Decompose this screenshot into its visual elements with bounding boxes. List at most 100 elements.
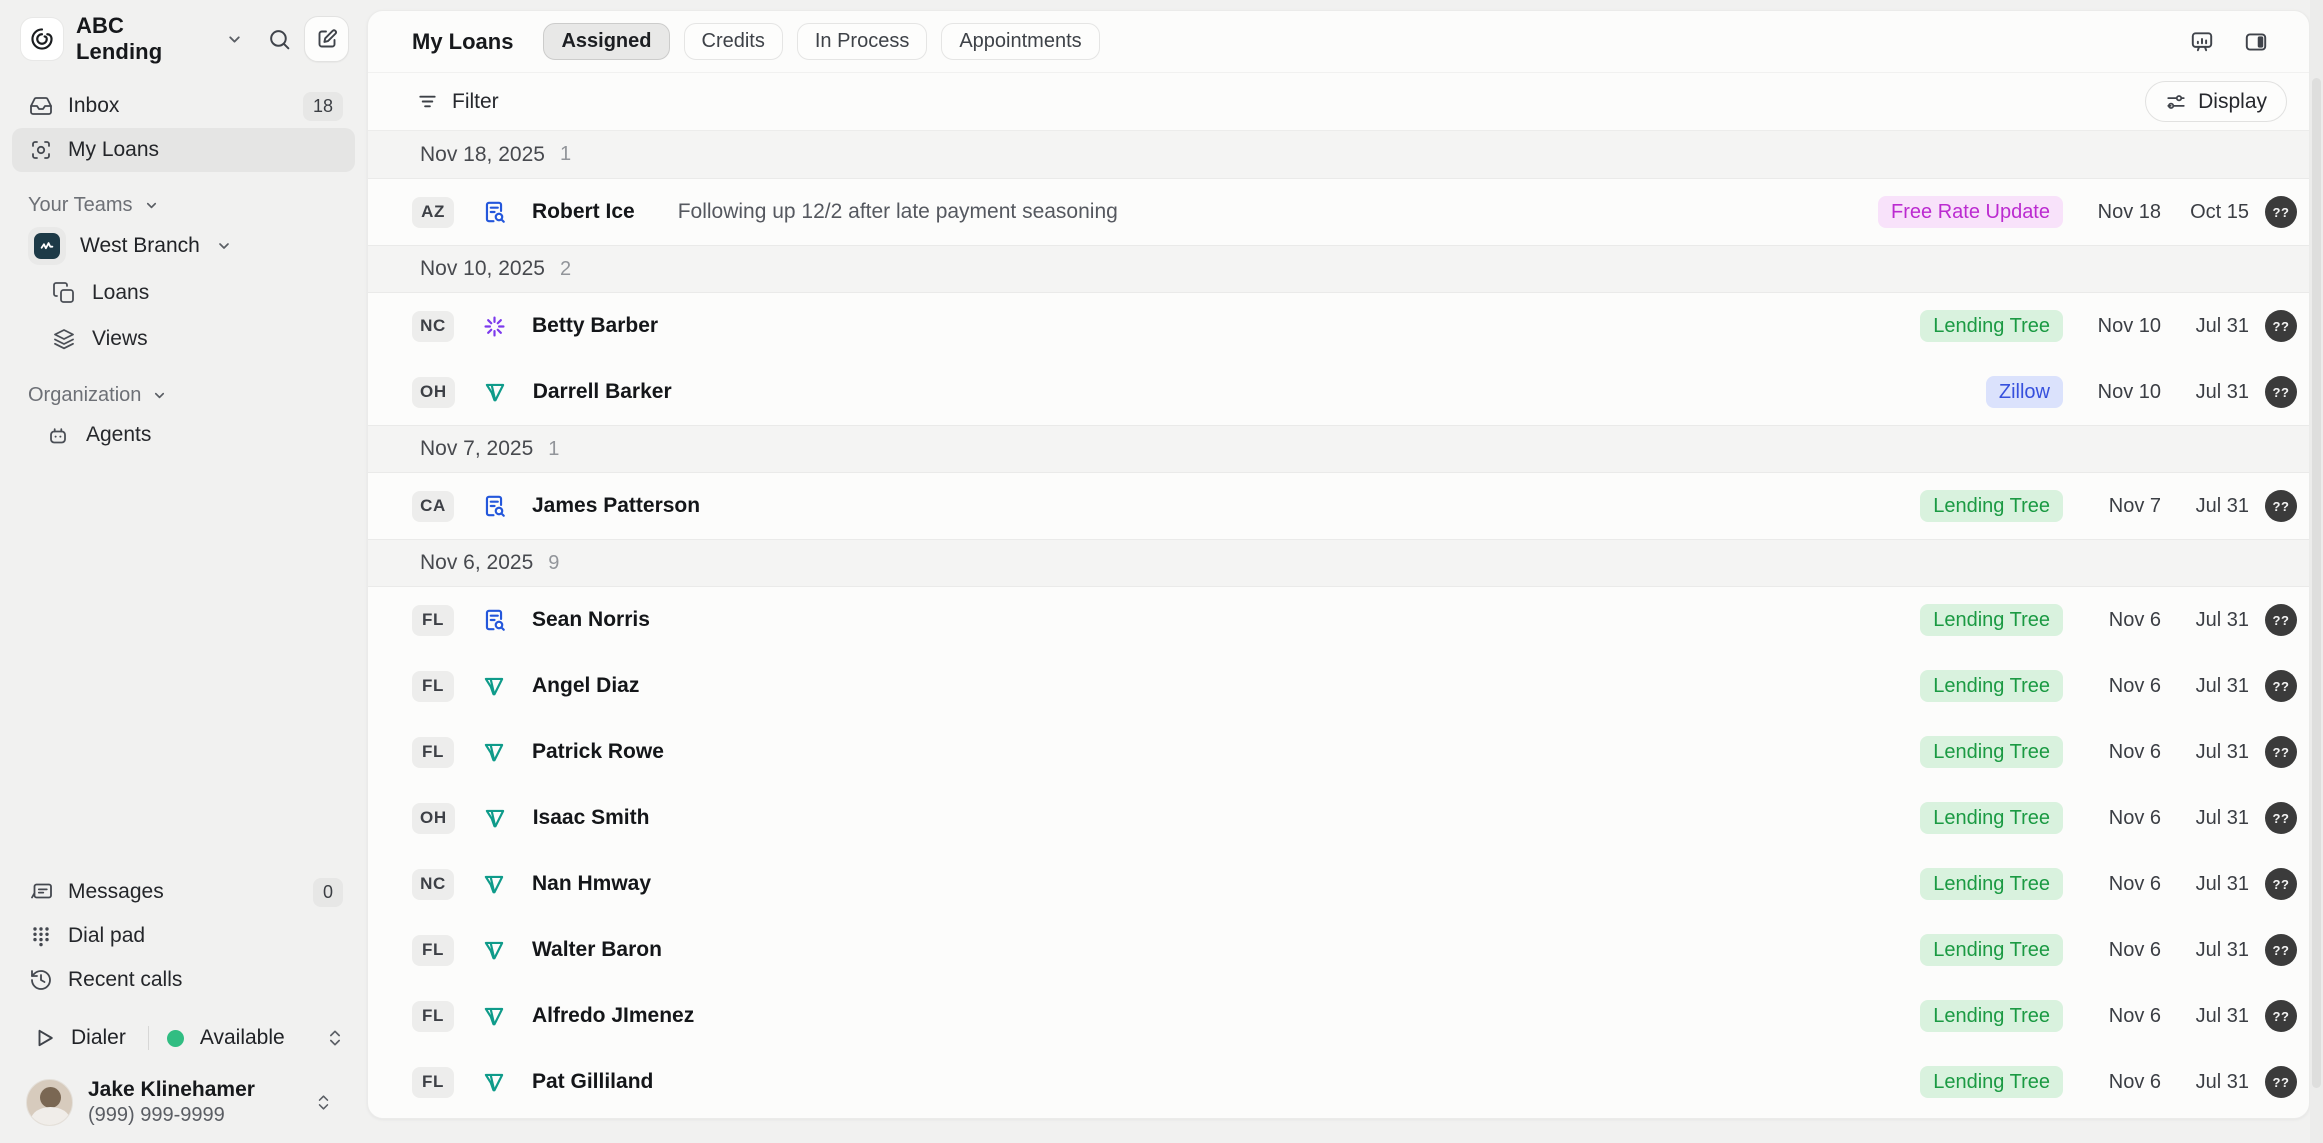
loan-row[interactable]: NCBetty BarberLending TreeNov 10Jul 31?? xyxy=(368,293,2309,359)
file-search-icon xyxy=(479,493,509,519)
assignee-avatar[interactable]: ?? xyxy=(2265,736,2297,768)
date-primary: Nov 7 xyxy=(2063,495,2161,518)
loan-row[interactable]: NC Nan HmwayLending TreeNov 6Jul 31?? xyxy=(368,851,2309,917)
group-date: Nov 7, 2025 xyxy=(420,437,533,461)
send-icon xyxy=(480,805,510,831)
date-secondary: Jul 31 xyxy=(2161,609,2249,632)
send-icon xyxy=(479,1003,509,1029)
search-icon[interactable] xyxy=(267,27,292,52)
loan-row[interactable]: FL Alfredo JImenezLending TreeNov 6Jul 3… xyxy=(368,983,2309,1049)
assignee-avatar[interactable]: ?? xyxy=(2265,490,2297,522)
loan-row[interactable]: AZ Robert IceFollowing up 12/2 after lat… xyxy=(368,179,2309,245)
section-your-teams[interactable]: Your Teams xyxy=(0,188,367,222)
assignee-avatar[interactable]: ?? xyxy=(2265,670,2297,702)
loan-row[interactable]: FL Sean NorrisLending TreeNov 6Jul 31?? xyxy=(368,587,2309,653)
date-secondary: Oct 15 xyxy=(2161,201,2249,224)
assignee-avatar[interactable]: ?? xyxy=(2265,196,2297,228)
send-icon xyxy=(480,379,510,405)
user-menu[interactable]: Jake Klinehamer (999) 999-9999 xyxy=(12,1064,355,1127)
chevrons-up-down-icon[interactable] xyxy=(314,1093,333,1112)
loan-row[interactable]: FL Pat GillilandLending TreeNov 6Jul 31?… xyxy=(368,1049,2309,1115)
group-header: Nov 7, 2025 1 xyxy=(368,425,2309,473)
chevron-down-icon xyxy=(216,238,232,254)
loan-row[interactable]: FL Walter BaronLending TreeNov 6Jul 31?? xyxy=(368,917,2309,983)
loan-row[interactable]: FL Angel DiazLending TreeNov 6Jul 31?? xyxy=(368,653,2309,719)
dialer-bar: Dialer Available xyxy=(12,1012,355,1064)
sidebar-item-inbox[interactable]: Inbox 18 xyxy=(12,84,355,128)
org-switcher[interactable]: ABC Lending xyxy=(0,14,367,64)
sidebar-item-west-branch[interactable]: West Branch xyxy=(0,222,367,270)
loan-row[interactable]: OH Isaac SmithLending TreeNov 6Jul 31?? xyxy=(368,785,2309,851)
user-avatar xyxy=(26,1079,73,1126)
scrollbar[interactable] xyxy=(2310,0,2323,1143)
group-count: 1 xyxy=(548,438,559,461)
date-secondary: Jul 31 xyxy=(2161,1005,2249,1028)
source-badge: Lending Tree xyxy=(1920,670,2063,702)
section-label: Organization xyxy=(28,384,141,407)
scrollbar-thumb[interactable] xyxy=(2312,78,2321,1088)
loan-row[interactable]: FL Patrick RoweLending TreeNov 6Jul 31?? xyxy=(368,719,2309,785)
assignee-avatar[interactable]: ?? xyxy=(2265,1066,2297,1098)
presentation-chart-icon[interactable] xyxy=(2189,29,2215,55)
row-right: Lending TreeNov 6Jul 31?? xyxy=(1920,604,2297,636)
tab-credits[interactable]: Credits xyxy=(684,23,783,60)
row-right: Lending TreeNov 10Jul 31?? xyxy=(1920,310,2297,342)
assignee-avatar[interactable]: ?? xyxy=(2265,934,2297,966)
row-right: Lending TreeNov 6Jul 31?? xyxy=(1920,802,2297,834)
assignee-avatar[interactable]: ?? xyxy=(2265,604,2297,636)
sidebar-item-my-loans[interactable]: My Loans xyxy=(12,128,355,172)
sidebar-item-loans[interactable]: Loans xyxy=(0,270,367,316)
tab-appointments[interactable]: Appointments xyxy=(941,23,1099,60)
display-button[interactable]: Display xyxy=(2145,81,2287,122)
divider xyxy=(148,1026,149,1050)
dialer-label[interactable]: Dialer xyxy=(71,1026,126,1050)
date-secondary: Jul 31 xyxy=(2161,741,2249,764)
filter-icon xyxy=(416,90,439,113)
compose-button[interactable] xyxy=(304,16,349,62)
sidebar-item-dial-pad[interactable]: Dial pad xyxy=(12,914,355,958)
activity-icon xyxy=(34,233,60,259)
state-badge: NC xyxy=(412,869,454,900)
group-date: Nov 6, 2025 xyxy=(420,551,533,575)
source-badge: Lending Tree xyxy=(1920,604,2063,636)
date-secondary: Jul 31 xyxy=(2161,873,2249,896)
sidebar-item-views[interactable]: Views xyxy=(0,316,367,362)
panel-right-icon[interactable] xyxy=(2243,29,2269,55)
sidebar-item-agents[interactable]: Agents xyxy=(0,412,367,458)
history-icon xyxy=(29,968,53,992)
assignee-avatar[interactable]: ?? xyxy=(2265,802,2297,834)
contact-name: James Patterson xyxy=(532,494,700,518)
state-badge: OH xyxy=(412,803,455,834)
group-header: Nov 6, 2025 9 xyxy=(368,539,2309,587)
availability-status[interactable]: Available xyxy=(200,1026,285,1050)
state-badge: FL xyxy=(412,605,454,636)
assignee-avatar[interactable]: ?? xyxy=(2265,1000,2297,1032)
assignee-avatar[interactable]: ?? xyxy=(2265,868,2297,900)
loan-row[interactable]: OH Darrell BarkerZillowNov 10Jul 31?? xyxy=(368,359,2309,425)
tab-in-process[interactable]: In Process xyxy=(797,23,927,60)
filter-button[interactable]: Filter xyxy=(416,90,499,114)
source-badge: Lending Tree xyxy=(1920,868,2063,900)
user-name: Jake Klinehamer xyxy=(88,1078,255,1102)
loan-row[interactable]: CA James PattersonLending TreeNov 7Jul 3… xyxy=(368,473,2309,539)
date-primary: Nov 6 xyxy=(2063,939,2161,962)
play-icon[interactable] xyxy=(32,1026,56,1050)
date-secondary: Jul 31 xyxy=(2161,495,2249,518)
group-count: 9 xyxy=(548,552,559,575)
sidebar-item-recent-calls[interactable]: Recent calls xyxy=(12,958,355,1002)
state-badge: OH xyxy=(412,377,455,408)
sidebar: ABC Lending Inbox 18 xyxy=(0,0,367,1143)
assignee-avatar[interactable]: ?? xyxy=(2265,310,2297,342)
state-badge: FL xyxy=(412,737,454,768)
org-name: ABC Lending xyxy=(76,13,212,65)
source-badge: Lending Tree xyxy=(1920,802,2063,834)
tab-assigned[interactable]: Assigned xyxy=(543,23,669,60)
assignee-avatar[interactable]: ?? xyxy=(2265,376,2297,408)
message-icon xyxy=(29,880,53,904)
chevron-down-icon xyxy=(152,388,167,403)
send-icon xyxy=(479,673,509,699)
chevrons-up-down-icon[interactable] xyxy=(325,1028,345,1048)
availability-dot xyxy=(167,1030,184,1047)
section-organization[interactable]: Organization xyxy=(0,378,367,412)
sidebar-item-messages[interactable]: Messages 0 xyxy=(12,870,355,914)
